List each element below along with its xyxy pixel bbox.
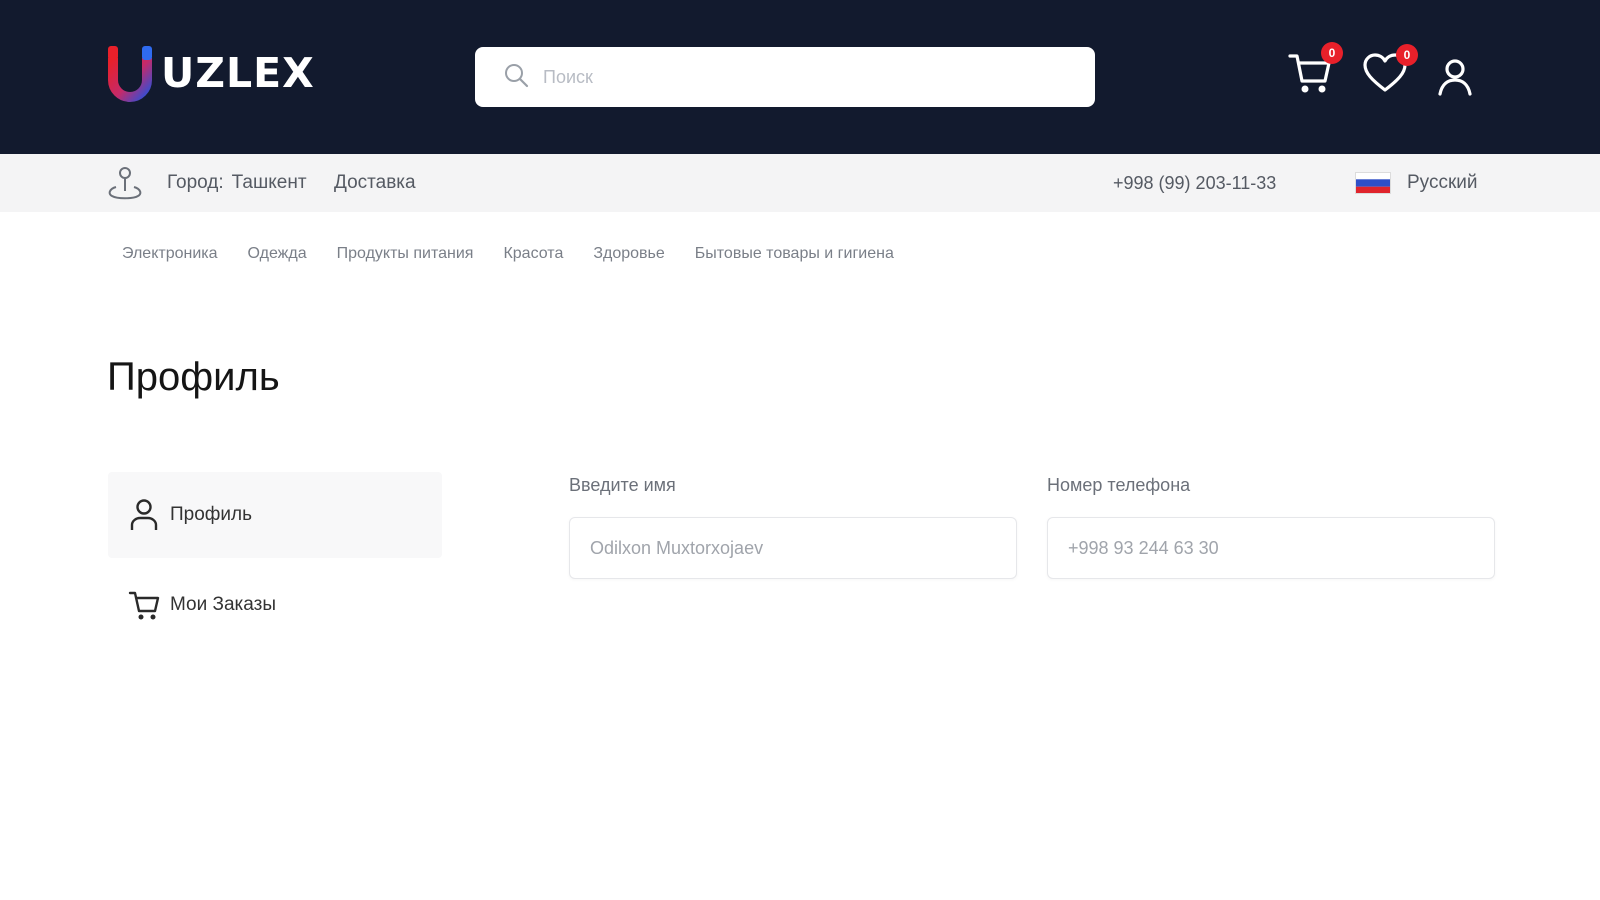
- city-label: Город:: [167, 172, 224, 193]
- support-phone[interactable]: +998 (99) 203-11-33: [1113, 154, 1276, 212]
- cart-button[interactable]: 0: [1287, 42, 1343, 101]
- phone-field-label: Номер телефона: [1047, 475, 1191, 495]
- location-pin-icon: [105, 163, 145, 203]
- location-selector[interactable]: Город: Ташкент: [105, 154, 307, 212]
- category-link[interactable]: Продукты питания: [337, 245, 474, 263]
- name-field-label: Введите имя: [569, 475, 676, 495]
- sidebar-item-label: Мои Заказы: [170, 594, 276, 615]
- sidebar-item-profile[interactable]: Профиль: [108, 472, 442, 558]
- search-bar[interactable]: [475, 47, 1095, 107]
- phone-input[interactable]: [1068, 537, 1468, 559]
- account-button[interactable]: [1437, 58, 1473, 101]
- sub-header-bar: Город: Ташкент Доставка +998 (99) 203-11…: [0, 154, 1600, 212]
- search-icon: [503, 62, 529, 93]
- wishlist-count-badge: 0: [1396, 44, 1418, 66]
- delivery-link[interactable]: Доставка: [334, 154, 416, 212]
- category-link[interactable]: Электроника: [122, 245, 218, 263]
- user-icon: [126, 497, 162, 533]
- category-link[interactable]: Одежда: [248, 245, 307, 263]
- cart-count-badge: 0: [1321, 42, 1343, 64]
- category-link[interactable]: Красота: [503, 245, 563, 263]
- wishlist-button[interactable]: 0: [1362, 44, 1418, 99]
- city-value[interactable]: Ташкент: [232, 172, 307, 194]
- phone-field[interactable]: [1047, 517, 1495, 579]
- category-nav: Электроника Одежда Продукты питания Крас…: [122, 245, 894, 263]
- name-input[interactable]: [590, 537, 990, 559]
- name-field[interactable]: [569, 517, 1017, 579]
- brand-name: UZLEX: [161, 49, 315, 97]
- search-input[interactable]: [543, 66, 1063, 88]
- cart-icon: [126, 587, 162, 623]
- page-title: Профиль: [107, 355, 280, 399]
- category-link[interactable]: Здоровье: [593, 245, 664, 263]
- language-label: Русский: [1407, 172, 1478, 193]
- category-link[interactable]: Бытовые товары и гигиена: [695, 245, 894, 263]
- heart-icon: [1362, 53, 1408, 98]
- russia-flag-icon: [1355, 172, 1391, 194]
- logo-u-mark-icon: [105, 44, 155, 102]
- top-header: UZLEX 0 0: [0, 0, 1600, 154]
- sidebar-item-label: Профиль: [170, 504, 253, 525]
- language-selector[interactable]: Русский: [1355, 154, 1478, 212]
- cart-icon: [1287, 54, 1333, 100]
- sidebar-item-orders[interactable]: Мои Заказы: [108, 562, 442, 648]
- user-icon: [1437, 59, 1473, 100]
- brand-logo[interactable]: UZLEX: [105, 44, 315, 102]
